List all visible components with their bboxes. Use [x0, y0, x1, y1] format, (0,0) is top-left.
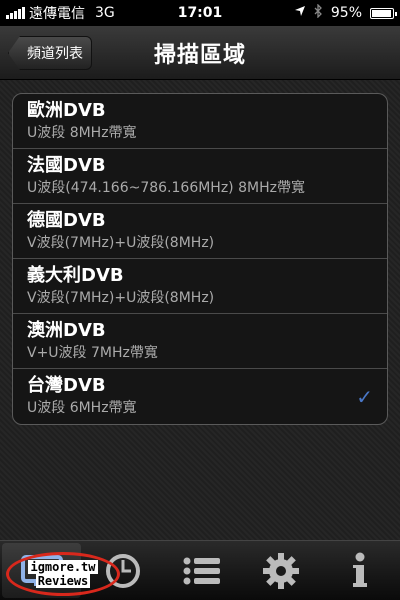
bluetooth-icon [314, 3, 323, 22]
signal-strength-icon [6, 7, 25, 19]
tab-settings[interactable] [242, 541, 321, 600]
region-subtitle: U波段 8MHz帶寬 [27, 125, 137, 141]
battery-icon [370, 7, 397, 19]
region-title: 台灣DVB [27, 375, 106, 396]
network-type: 3G [95, 5, 115, 21]
tab-info[interactable] [321, 541, 400, 600]
info-icon [350, 551, 370, 591]
region-row-germany[interactable]: 德國DVB V波段(7MHz)+U波段(8MHz) [13, 204, 387, 259]
region-row-australia[interactable]: 澳洲DVB V+U波段 7MHz帶寬 [13, 314, 387, 369]
list-icon [182, 554, 222, 588]
status-bar: 遠傳電信 3G 17:01 95% [0, 0, 400, 26]
scan-region-list-area[interactable]: 歐洲DVB U波段 8MHz帶寬 法國DVB U波段(474.166~786.1… [0, 80, 400, 540]
region-row-europe[interactable]: 歐洲DVB U波段 8MHz帶寬 [13, 94, 387, 149]
page-title: 掃描區域 [153, 42, 246, 68]
region-title: 澳洲DVB [27, 320, 106, 341]
tab-list[interactable] [162, 541, 241, 600]
battery-percent: 95% [330, 5, 362, 21]
watermark-logo: igmore.tw Reviews [6, 552, 120, 596]
region-title: 法國DVB [27, 155, 106, 176]
watermark-line1: igmore.tw [28, 560, 98, 574]
region-subtitle: V波段(7MHz)+U波段(8MHz) [27, 235, 215, 251]
checkmark-icon: ✓ [356, 385, 373, 409]
region-row-france[interactable]: 法國DVB U波段(474.166~786.166MHz) 8MHz帶寬 [13, 149, 387, 204]
region-subtitle: U波段 6MHz帶寬 [27, 400, 137, 416]
region-subtitle: V+U波段 7MHz帶寬 [27, 345, 158, 361]
region-row-taiwan[interactable]: 台灣DVB U波段 6MHz帶寬 ✓ [13, 369, 387, 424]
region-subtitle: U波段(474.166~786.166MHz) 8MHz帶寬 [27, 180, 305, 196]
gear-icon [261, 551, 301, 591]
region-list: 歐洲DVB U波段 8MHz帶寬 法國DVB U波段(474.166~786.1… [12, 93, 388, 425]
region-subtitle: V波段(7MHz)+U波段(8MHz) [27, 290, 215, 306]
region-title: 德國DVB [27, 210, 106, 231]
navigation-bar: 頻道列表 掃描區域 [0, 26, 400, 80]
region-title: 歐洲DVB [27, 100, 106, 121]
location-arrow-icon [294, 5, 306, 21]
region-title: 義大利DVB [27, 265, 124, 286]
carrier-name: 遠傳電信 [29, 6, 85, 22]
region-row-italy[interactable]: 義大利DVB V波段(7MHz)+U波段(8MHz) [13, 259, 387, 314]
back-button[interactable]: 頻道列表 [8, 36, 92, 70]
watermark-line2: Reviews [35, 574, 91, 588]
